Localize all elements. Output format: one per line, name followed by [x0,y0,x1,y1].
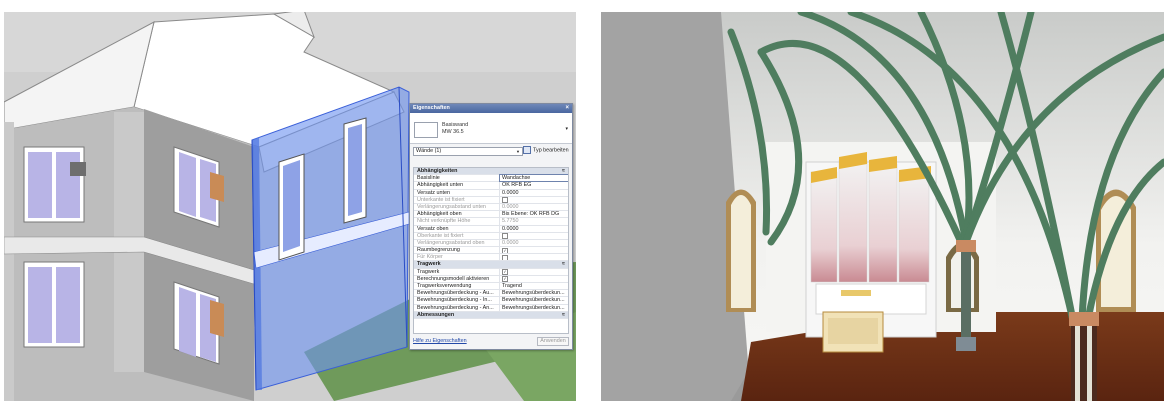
property-checkbox[interactable]: ✓ [500,247,568,254]
type-name: MW 36.5 [442,129,464,135]
property-row[interactable]: Abhängigkeit unten OK RFB EG [414,182,568,190]
type-family-name: Basiswand [442,122,469,128]
type-preview-swatch [414,122,438,138]
property-name: Oberkante ist fixiert [414,232,500,239]
property-group-header[interactable]: Abmessungen ≈ [414,311,568,319]
property-name: Versatz oben [414,225,500,232]
collapse-icon[interactable]: ≈ [557,261,568,267]
property-value[interactable]: OK RFB EG [500,182,568,188]
property-value[interactable]: 5.7750 [500,218,568,224]
properties-dialog[interactable]: Eigenschaften × Basiswand MW 36.5 ▾ Wänd… [409,103,573,350]
instance-filter-row: Wände (1) ▼ Typ bearbeiten [410,144,572,156]
property-value[interactable]: 0.0000 [500,226,568,232]
property-row[interactable]: Versatz oben 0.0000 [414,225,568,233]
property-value[interactable]: 0.0000 [500,240,568,246]
property-checkbox[interactable]: ✓ [500,276,568,282]
property-row[interactable]: Bewehrungsüberdeckung - An... Bewehrungsü… [414,304,568,312]
property-group-label: Abhängigkeiten [417,168,458,174]
church-interior-render [601,12,1164,401]
checkbox-checked-icon[interactable]: ✓ [502,269,508,275]
checkbox-unchecked-icon[interactable] [502,197,508,203]
property-name: Abhängigkeit unten [414,182,500,189]
chevron-down-icon[interactable]: ▾ [565,126,568,132]
property-name: Bewehrungsüberdeckung - In... [414,297,500,304]
property-row[interactable]: Raumbegrenzung ✓ [414,247,568,255]
building-viewport[interactable]: Eigenschaften × Basiswand MW 36.5 ▾ Wänd… [4,12,576,401]
property-name: Tragwerksverwendung [414,283,500,290]
property-value[interactable]: Wandachse [499,174,568,183]
property-name: Verlängerungsabstand oben [414,239,500,247]
property-row[interactable]: Unterkante ist fixiert [414,196,568,204]
property-name: Bewehrungsüberdeckung - An... [414,304,500,311]
instance-filter-value: Wände (1) [416,148,442,154]
type-selector[interactable]: Basiswand MW 36.5 ▾ [410,113,572,144]
property-row[interactable]: Nicht verknüpfte Höhe 5.7750 [414,218,568,226]
property-name: Verlängerungsabstand unten [414,203,500,211]
property-value[interactable]: Tragend [500,283,568,289]
property-name: Unterkante ist fixiert [414,196,500,203]
property-name: Abhängigkeit oben [414,211,500,218]
property-row[interactable]: Tragwerk ✓ [414,268,568,276]
property-group-header[interactable]: Tragwerk ≈ [414,261,568,269]
collapse-icon[interactable]: ≈ [557,168,568,174]
instance-filter-dropdown[interactable]: Wände (1) ▼ [413,147,523,156]
property-group-label: Tragwerk [417,261,441,268]
property-row[interactable]: Oberkante ist fixiert [414,232,568,240]
property-row[interactable]: Tragwerksverwendung Tragend [414,283,568,291]
property-group-header[interactable]: Abhängigkeiten ≈ [414,168,568,176]
property-value[interactable]: Bewehrungsüberdeckun... [500,290,568,296]
property-row[interactable]: Berechnungsmodell aktivieren ✓ [414,275,568,283]
property-name: Berechnungsmodell aktivieren [414,275,500,282]
properties-table[interactable]: Abhängigkeiten ≈ Basislinie Wandachse Abhäng… [413,167,569,334]
edit-type-label: Typ bearbeiten [533,147,569,154]
property-row[interactable]: Versatz unten 0.0000 [414,189,568,197]
church-interior-image [601,12,1164,401]
property-row[interactable]: Bewehrungsüberdeckung - In... Bewehrungsü… [414,297,568,305]
property-value[interactable]: 0.0000 [500,190,568,196]
property-checkbox[interactable]: ✓ [500,269,568,275]
edit-type-button[interactable]: Typ bearbeiten [523,146,569,155]
help-link[interactable]: Hilfe zu Eigenschaften [413,338,467,344]
property-row[interactable]: Abhängigkeit oben Bis Ebene: OK RFB DG [414,211,568,219]
checkbox-unchecked-icon[interactable] [502,233,508,239]
property-checkbox[interactable] [500,197,568,203]
property-row[interactable]: Basislinie Wandachse [414,174,568,183]
property-name: Raumbegrenzung [414,247,500,254]
edit-type-icon [523,146,531,154]
property-row[interactable]: Für Körper [414,254,568,262]
property-row[interactable]: Verlängerungsabstand oben 0.0000 [414,239,568,248]
property-value[interactable]: 0.0000 [500,204,568,210]
property-value[interactable]: Bis Ebene: OK RFB DG [500,211,568,217]
property-checkbox[interactable] [500,233,568,239]
property-name: Tragwerk [414,268,500,275]
property-name: Nicht verknüpfte Höhe [414,218,500,225]
chevron-down-icon: ▼ [516,149,520,154]
property-name: Versatz unten [414,189,500,196]
property-row[interactable]: Bewehrungsüberdeckung - Au... Bewehrungsü… [414,290,568,298]
property-row[interactable]: Verlängerungsabstand unten 0.0000 [414,203,568,212]
property-checkbox[interactable] [500,254,568,261]
property-group-label: Abmessungen [417,311,455,318]
property-name: Für Körper [414,254,500,261]
property-value[interactable]: Bewehrungsüberdeckun... [500,305,568,311]
properties-titlebar[interactable]: Eigenschaften × [410,104,572,113]
property-value[interactable]: Bewehrungsüberdeckun... [500,297,568,303]
collapse-icon[interactable]: ≈ [557,312,568,318]
apply-button[interactable]: Anwenden [537,337,569,346]
properties-title: Eigenschaften [413,105,450,111]
property-name: Bewehrungsüberdeckung - Au... [414,290,500,297]
checkbox-unchecked-icon[interactable] [502,254,508,261]
properties-footer: Hilfe zu Eigenschaften Anwenden [413,337,569,346]
checkbox-checked-icon[interactable]: ✓ [502,276,508,282]
property-name: Basislinie [414,175,500,182]
checkbox-checked-icon[interactable]: ✓ [502,247,508,254]
close-icon[interactable]: × [565,104,569,113]
